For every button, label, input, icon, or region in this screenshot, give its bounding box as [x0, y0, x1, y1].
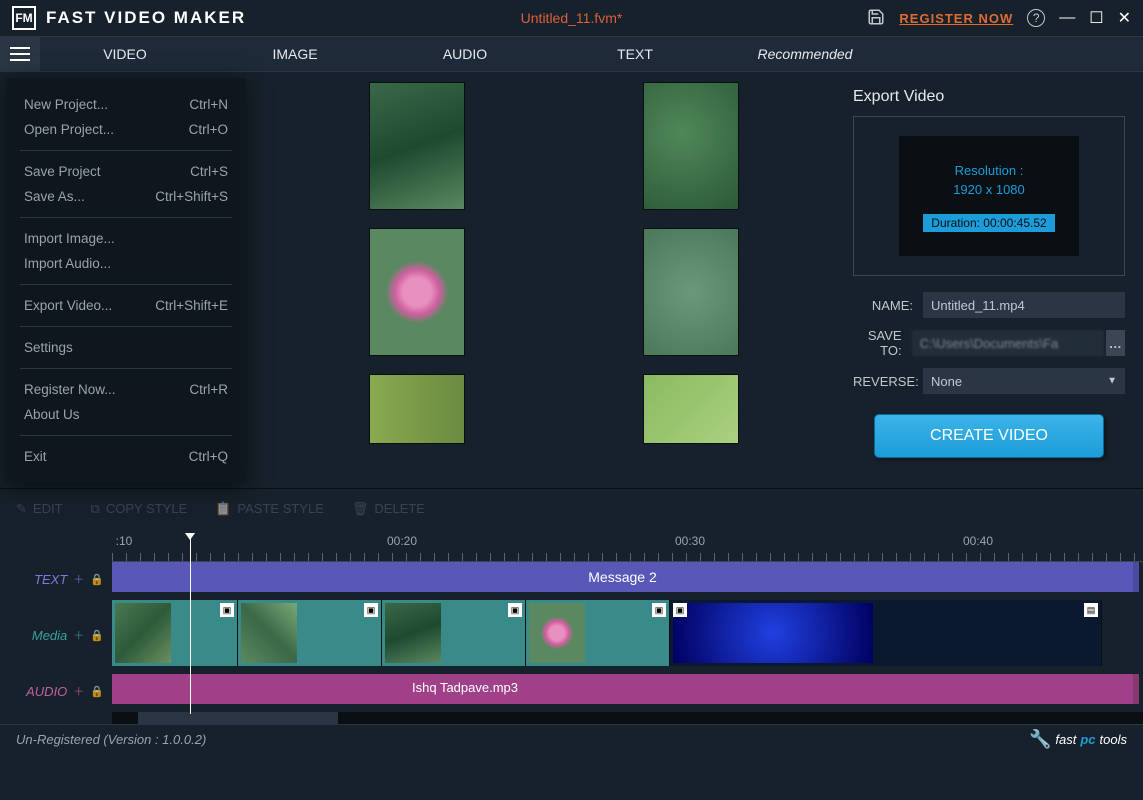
wrench-icon: 🔧 — [1029, 729, 1051, 750]
minimize-button[interactable]: — — [1059, 9, 1075, 27]
media-thumbnail[interactable] — [643, 228, 739, 356]
film-icon: ▤ — [1084, 603, 1098, 617]
menu-save-as[interactable]: Save As...Ctrl+Shift+S — [6, 184, 246, 209]
paste-style-button[interactable]: 📋PASTE STYLE — [215, 501, 324, 517]
media-clip[interactable]: ▣ — [238, 600, 382, 666]
brand-logo: 🔧 fastpctools — [1029, 729, 1127, 750]
close-button[interactable]: ✕ — [1118, 8, 1131, 28]
lock-icon[interactable]: 🔒 — [90, 573, 104, 586]
trash-icon: 🗑 — [352, 501, 369, 517]
menu-new-project[interactable]: New Project...Ctrl+N — [6, 92, 246, 117]
menu-settings[interactable]: Settings — [6, 335, 246, 360]
media-thumbnail[interactable] — [643, 82, 739, 210]
menu-about-us[interactable]: About Us — [6, 402, 246, 427]
file-dropdown-menu: New Project...Ctrl+N Open Project...Ctrl… — [6, 78, 246, 483]
edit-button[interactable]: ✎EDIT — [16, 501, 63, 517]
app-logo: FM — [12, 6, 36, 30]
help-icon[interactable]: ? — [1027, 9, 1045, 27]
clipboard-icon: 📋 — [215, 501, 231, 517]
saveto-label: SAVE TO: — [853, 328, 912, 358]
app-title: FAST VIDEO MAKER — [46, 8, 246, 28]
media-track: Media＋🔒 ▣ ▣ ▣ ▣ ▣▤ — [0, 600, 1143, 670]
status-bar: Un-Registered (Version : 1.0.0.2) 🔧 fast… — [0, 724, 1143, 754]
timeline: :10 00:20 00:30 00:40 TEXT＋🔒 Message 2 M… — [0, 528, 1143, 724]
timeline-scrollbar[interactable] — [112, 712, 1143, 724]
menu-register-now[interactable]: Register Now...Ctrl+R — [6, 377, 246, 402]
name-label: NAME: — [853, 298, 923, 313]
delete-button[interactable]: 🗑DELETE — [352, 501, 425, 517]
register-link[interactable]: REGISTER NOW — [899, 11, 1013, 26]
menu-open-project[interactable]: Open Project...Ctrl+O — [6, 117, 246, 142]
lock-icon[interactable]: 🔒 — [90, 685, 104, 698]
tab-recommended[interactable]: Recommended — [720, 37, 890, 71]
media-thumbnail[interactable] — [643, 374, 739, 444]
plus-icon[interactable]: ＋ — [73, 571, 84, 587]
saveto-input[interactable] — [912, 330, 1104, 356]
hamburger-menu-button[interactable] — [0, 36, 40, 72]
pencil-icon: ✎ — [16, 501, 27, 517]
media-clip[interactable]: ▣ — [526, 600, 670, 666]
plus-icon[interactable]: ＋ — [73, 683, 84, 699]
lock-icon[interactable]: 🔒 — [90, 629, 104, 642]
tab-image[interactable]: IMAGE — [210, 37, 380, 71]
audio-clip[interactable]: Ishq Tadpave.mp3 — [112, 674, 1139, 704]
media-thumbnail[interactable] — [369, 228, 465, 356]
document-title: Untitled_11.fvm* — [521, 10, 623, 26]
reverse-select[interactable]: None — [923, 368, 1125, 394]
image-icon: ▣ — [508, 603, 522, 617]
image-icon: ▣ — [652, 603, 666, 617]
audio-track: AUDIO＋🔒 Ishq Tadpave.mp3 — [0, 674, 1143, 708]
browse-button[interactable]: … — [1106, 330, 1125, 356]
tab-video[interactable]: VIDEO — [40, 37, 210, 71]
menu-export-video[interactable]: Export Video...Ctrl+Shift+E — [6, 293, 246, 318]
copy-icon: ⧉ — [91, 501, 100, 517]
menu-import-audio[interactable]: Import Audio... — [6, 251, 246, 276]
media-thumbnail[interactable] — [369, 374, 465, 444]
duration-badge: Duration: 00:00:45.52 — [923, 214, 1054, 232]
media-clip[interactable]: ▣ — [382, 600, 526, 666]
text-track: TEXT＋🔒 Message 2 — [0, 562, 1143, 596]
title-bar: FM FAST VIDEO MAKER Untitled_11.fvm* REG… — [0, 0, 1143, 36]
copy-style-button[interactable]: ⧉COPY STYLE — [91, 501, 188, 517]
export-title: Export Video — [853, 88, 1125, 106]
menu-bar: VIDEO IMAGE AUDIO TEXT Recommended — [0, 36, 1143, 72]
tab-audio[interactable]: AUDIO — [380, 37, 550, 71]
export-panel: Export Video Resolution :1920 x 1080 Dur… — [835, 72, 1143, 488]
image-icon: ▣ — [673, 603, 687, 617]
export-preview: Resolution :1920 x 1080 Duration: 00:00:… — [853, 116, 1125, 276]
timeline-ruler[interactable]: :10 00:20 00:30 00:40 — [112, 534, 1143, 562]
media-thumbnail[interactable] — [369, 82, 465, 210]
registration-status: Un-Registered (Version : 1.0.0.2) — [16, 732, 206, 747]
clip-toolbar: ✎EDIT ⧉COPY STYLE 📋PASTE STYLE 🗑DELETE — [0, 488, 1143, 528]
create-video-button[interactable]: CREATE VIDEO — [874, 414, 1104, 458]
image-icon: ▣ — [220, 603, 234, 617]
image-icon: ▣ — [364, 603, 378, 617]
maximize-button[interactable]: ☐ — [1089, 8, 1103, 28]
menu-import-image[interactable]: Import Image... — [6, 226, 246, 251]
save-icon[interactable] — [867, 8, 885, 29]
menu-save-project[interactable]: Save ProjectCtrl+S — [6, 159, 246, 184]
reverse-label: REVERSE: — [853, 374, 923, 389]
name-input[interactable] — [923, 292, 1125, 318]
plus-icon[interactable]: ＋ — [73, 627, 84, 643]
tab-text[interactable]: TEXT — [550, 37, 720, 71]
text-clip[interactable]: Message 2 — [112, 562, 1139, 592]
menu-exit[interactable]: ExitCtrl+Q — [6, 444, 246, 469]
media-clip[interactable]: ▣▤ — [670, 600, 1102, 666]
media-clip[interactable]: ▣ — [112, 600, 238, 666]
playhead[interactable] — [190, 534, 191, 714]
